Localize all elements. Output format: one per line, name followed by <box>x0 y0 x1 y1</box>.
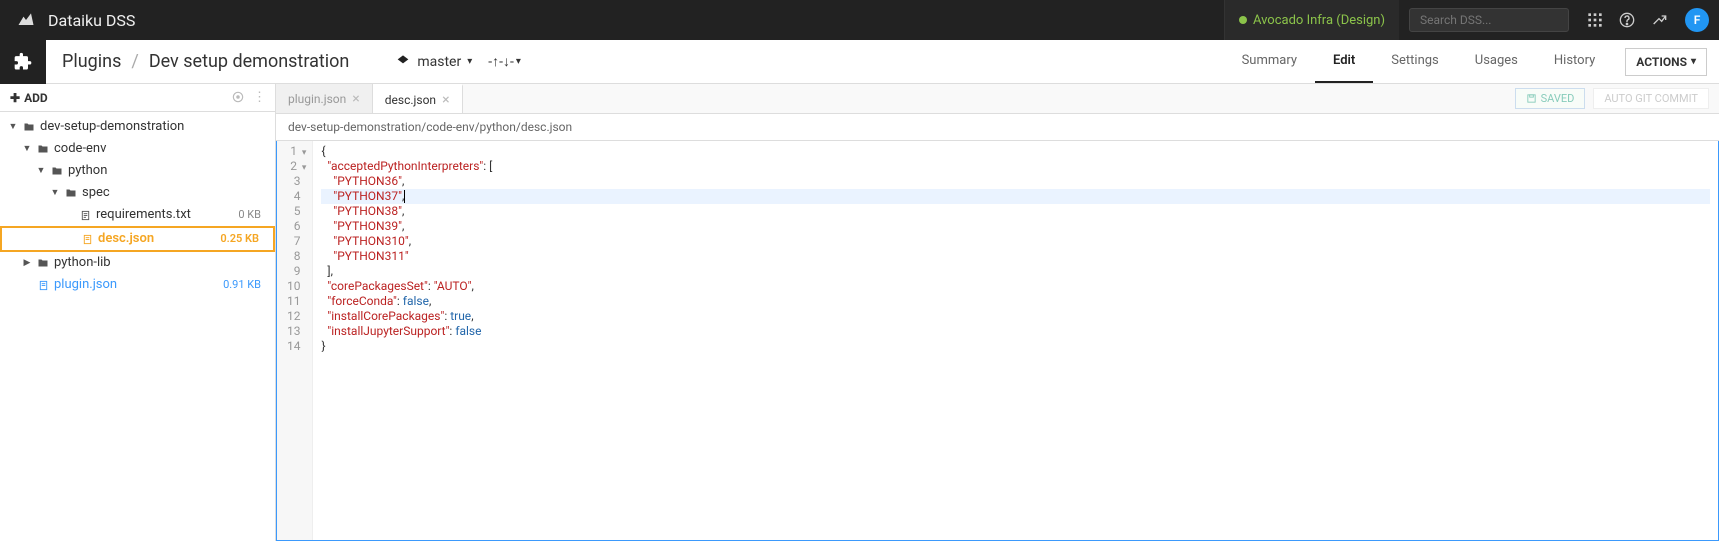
tree-label: python <box>68 162 267 180</box>
tree-label: spec <box>82 184 267 202</box>
folder-icon <box>36 143 50 155</box>
caret-down-icon: ▼ <box>8 118 18 136</box>
nav-history[interactable]: History <box>1536 40 1613 83</box>
file-icon <box>78 210 92 221</box>
share-arrow-icon[interactable] <box>1643 4 1675 36</box>
chevron-down-icon: ▾ <box>467 56 472 67</box>
nav-summary[interactable]: Summary <box>1224 40 1315 83</box>
sidebar: ✚ ADD ⋮ ▼ dev-setup-demonstration ▼ code… <box>0 84 276 541</box>
tree-folder-spec[interactable]: ▼ spec <box>0 182 275 204</box>
tab-label: desc.json <box>385 93 436 107</box>
bird-logo-icon <box>16 10 36 30</box>
caret-down-icon: ▼ <box>50 184 60 202</box>
saved-label: SAVED <box>1541 92 1575 105</box>
topbar-left: Dataiku DSS <box>0 10 135 30</box>
search-box[interactable] <box>1409 8 1569 32</box>
avatar-letter: F <box>1694 13 1701 27</box>
chevron-down-icon: ▾ <box>1691 56 1696 67</box>
help-icon[interactable] <box>1611 4 1643 36</box>
tree-file-desc[interactable]: desc.json 0.25 KB <box>0 226 275 252</box>
actions-label: ACTIONS <box>1636 55 1687 69</box>
folder-icon <box>64 187 78 199</box>
plus-icon: ✚ <box>10 91 20 105</box>
tree-label: requirements.txt <box>96 206 238 224</box>
breadcrumb-root[interactable]: Plugins <box>62 51 121 72</box>
nav-settings[interactable]: Settings <box>1373 40 1456 83</box>
caret-down-icon: ▼ <box>36 162 46 180</box>
project-badge[interactable]: Avocado Infra (Design) <box>1224 0 1399 40</box>
file-tab-pluginjson[interactable]: plugin.json × <box>276 84 373 113</box>
tree-label: python-lib <box>54 254 267 272</box>
breadcrumb: Plugins / Dev setup demonstration <box>46 51 365 72</box>
close-icon[interactable]: × <box>352 91 359 107</box>
auto-git-commit-button[interactable]: AUTO GIT COMMIT <box>1593 88 1709 109</box>
file-tab-descjson[interactable]: desc.json × <box>373 84 463 113</box>
tree-label: dev-setup-demonstration <box>40 118 267 136</box>
add-button[interactable]: ✚ ADD <box>10 91 48 105</box>
commit-label: AUTO GIT COMMIT <box>1604 92 1698 105</box>
text-cursor <box>404 190 405 203</box>
sort-selector[interactable]: -↑-↓- ▾ <box>488 53 521 70</box>
tree-size: 0.91 KB <box>223 276 267 294</box>
folder-icon <box>50 165 64 177</box>
more-vertical-icon[interactable]: ⋮ <box>253 90 265 105</box>
file-tree: ▼ dev-setup-demonstration ▼ code-env ▼ p… <box>0 112 275 300</box>
close-icon[interactable]: × <box>442 92 449 108</box>
code-editor[interactable]: 1 ▾ 2 ▾ 3 4 5 6 7 8 9 10 11 12 13 14 { " <box>276 141 1719 541</box>
header-nav: Summary Edit Settings Usages History ACT… <box>1224 40 1719 83</box>
file-path: dev-setup-demonstration/code-env/python/… <box>276 114 1719 141</box>
tree-folder-python[interactable]: ▼ python <box>0 160 275 182</box>
topbar: Dataiku DSS Avocado Infra (Design) F <box>0 0 1719 40</box>
folder-icon <box>36 257 50 269</box>
project-badge-label: Avocado Infra (Design) <box>1253 13 1385 28</box>
tree-folder-pythonlib[interactable]: ▶ python-lib <box>0 252 275 274</box>
caret-down-icon: ▼ <box>22 140 32 158</box>
tree-label: plugin.json <box>54 276 223 294</box>
tree-folder-root[interactable]: ▼ dev-setup-demonstration <box>0 116 275 138</box>
plugin-icon-box[interactable] <box>0 40 46 84</box>
tree-size: 0.25 KB <box>220 230 265 248</box>
search-input[interactable] <box>1420 13 1576 27</box>
topbar-right: Avocado Infra (Design) F <box>1224 0 1719 40</box>
sort-label: -↑-↓- <box>488 53 514 70</box>
git-branch-icon <box>395 54 411 70</box>
sidebar-top: ✚ ADD ⋮ <box>0 84 275 112</box>
puzzle-icon <box>13 52 33 72</box>
tree-folder-codeenv[interactable]: ▼ code-env <box>0 138 275 160</box>
branch-name: master <box>417 54 461 70</box>
breadcrumb-separator: / <box>131 51 138 72</box>
file-icon <box>80 234 94 245</box>
nav-edit[interactable]: Edit <box>1315 40 1373 83</box>
apps-grid-icon[interactable] <box>1579 4 1611 36</box>
actions-button[interactable]: ACTIONS ▾ <box>1625 48 1707 76</box>
nav-usages[interactable]: Usages <box>1457 40 1536 83</box>
tree-label: desc.json <box>98 230 220 248</box>
add-label: ADD <box>24 91 48 105</box>
app-title: Dataiku DSS <box>48 11 135 30</box>
file-tabs-row: plugin.json × desc.json × SAVED AUTO GIT… <box>276 84 1719 114</box>
tree-file-requirements[interactable]: requirements.txt 0 KB <box>0 204 275 226</box>
breadcrumb-current: Dev setup demonstration <box>149 51 350 72</box>
user-avatar[interactable]: F <box>1685 8 1709 32</box>
caret-right-icon: ▶ <box>22 254 32 272</box>
project-status-dot-icon <box>1239 16 1247 24</box>
tree-file-pluginjson[interactable]: plugin.json 0.91 KB <box>0 274 275 296</box>
save-icon <box>1526 93 1537 104</box>
editor-area: plugin.json × desc.json × SAVED AUTO GIT… <box>276 84 1719 541</box>
line-number-gutter: 1 ▾ 2 ▾ 3 4 5 6 7 8 9 10 11 12 13 14 <box>277 141 313 540</box>
tree-label: code-env <box>54 140 267 158</box>
target-icon[interactable] <box>231 90 245 105</box>
saved-button[interactable]: SAVED <box>1515 88 1586 109</box>
code-content[interactable]: { "acceptedPythonInterpreters": [ "PYTHO… <box>313 141 1718 540</box>
chevron-down-icon: ▾ <box>516 56 521 67</box>
tree-size: 0 KB <box>238 206 267 224</box>
branch-selector[interactable]: master ▾ <box>395 54 472 70</box>
file-icon <box>36 280 50 291</box>
folder-icon <box>22 121 36 133</box>
main-area: ✚ ADD ⋮ ▼ dev-setup-demonstration ▼ code… <box>0 84 1719 541</box>
tab-label: plugin.json <box>288 92 346 106</box>
header-row: Plugins / Dev setup demonstration master… <box>0 40 1719 84</box>
